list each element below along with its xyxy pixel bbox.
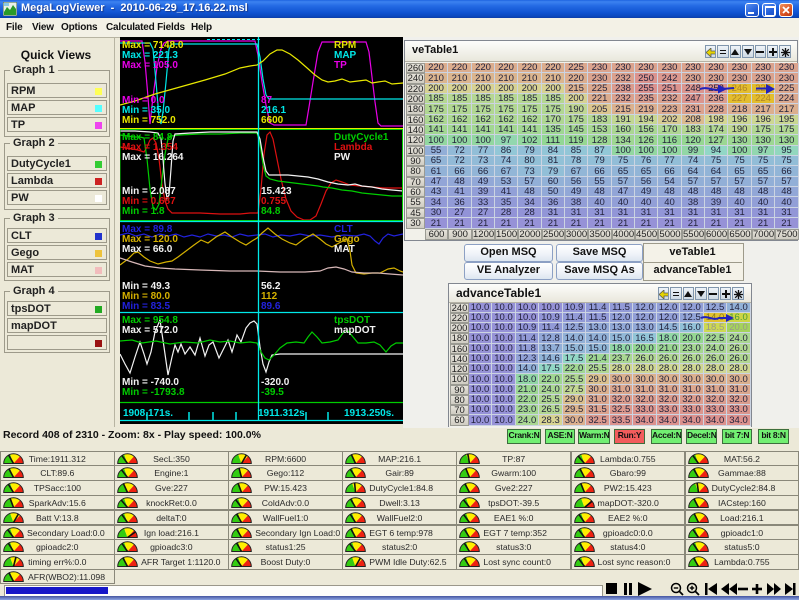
svg-text:84.8: 84.8 (261, 206, 281, 217)
svg-text:TP: TP (334, 60, 347, 71)
svg-text:89.6: 89.6 (261, 301, 281, 312)
svg-text:6600: 6600 (261, 115, 284, 126)
svg-text:Max = 66.0: Max = 66.0 (122, 244, 173, 255)
svg-text:1908.171s.: 1908.171s. (123, 408, 173, 419)
svg-text:-39.5: -39.5 (261, 387, 284, 398)
svg-text:MAT: MAT (334, 244, 355, 255)
svg-text:mapDOT: mapDOT (334, 325, 376, 336)
svg-text:Max = 105.0: Max = 105.0 (122, 60, 178, 71)
svg-text:Max = 16.264: Max = 16.264 (122, 152, 184, 163)
svg-text:Max = 572.0: Max = 572.0 (122, 325, 178, 336)
svg-text:PW: PW (334, 152, 351, 163)
svg-text:1911.312s: 1911.312s (258, 408, 305, 419)
svg-text:Min = 1.8: Min = 1.8 (122, 206, 165, 217)
svg-text:1913.250s.: 1913.250s. (344, 408, 394, 419)
svg-text:Min = 83.5: Min = 83.5 (122, 301, 171, 312)
svg-text:Min = 752.0: Min = 752.0 (122, 115, 176, 126)
svg-text:Min = -1793.8: Min = -1793.8 (122, 387, 185, 398)
